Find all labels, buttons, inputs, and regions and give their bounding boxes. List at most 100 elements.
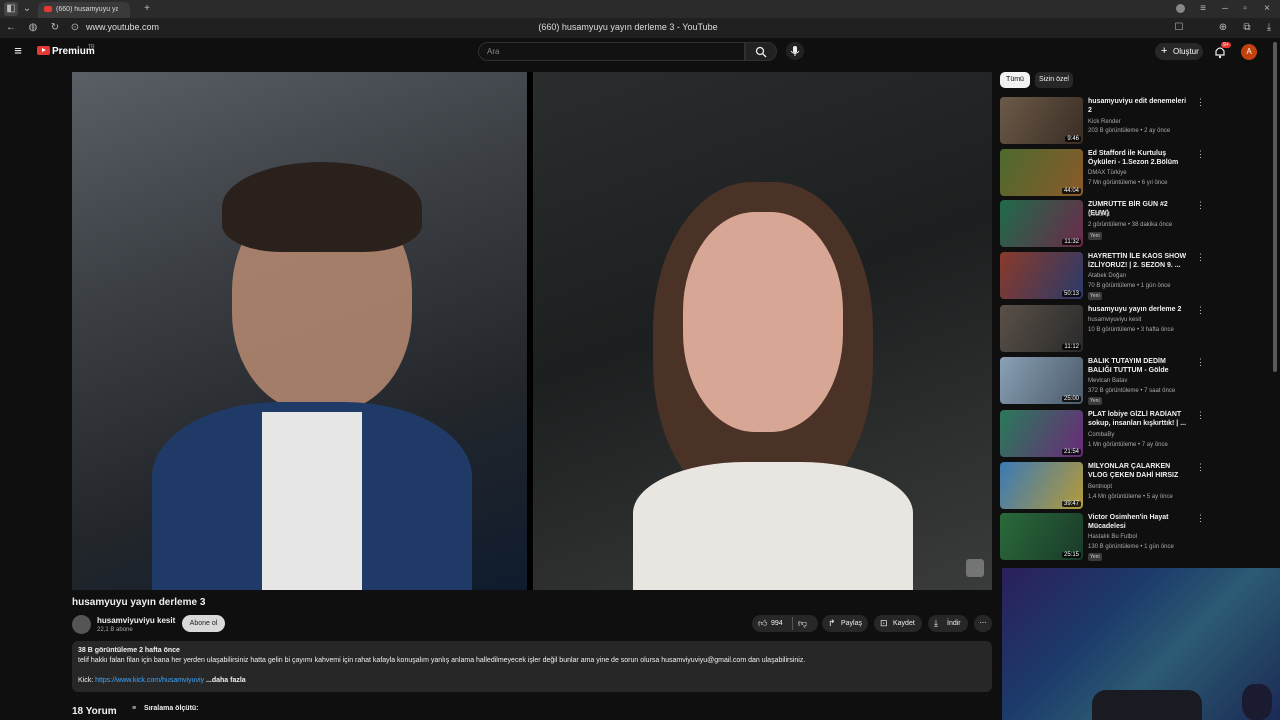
chip-all[interactable]: Tümü [1000,72,1030,88]
video-thumbnail[interactable]: 39:47 [1000,462,1083,509]
recommended-video[interactable]: 25:15 Victor Osimhen'in Hayat Mücadelesi… [1000,513,1205,563]
video-channel[interactable]: Kick Render [1088,119,1121,125]
recommended-video[interactable]: 44:04 Ed Stafford ile Kurtuluş Öyküleri … [1000,149,1205,199]
video-meta: 1,4 Mn görüntüleme • 5 ay önce [1088,494,1173,500]
channel-name[interactable]: husamviyuviyu kesit [97,616,175,625]
more-options-icon[interactable]: ⋮ [1196,357,1205,368]
sort-comments-button[interactable]: ≡ Sıralama ölçütü: [132,705,199,712]
video-thumbnail[interactable]: 11:32 [1000,200,1083,247]
notifications-button[interactable]: 9+ [1213,42,1231,59]
page-scrollbar[interactable] [1273,42,1277,372]
video-meta: 372 B görüntüleme • 7 saat önce [1088,388,1176,394]
video-thumbnail[interactable]: 50:13 [1000,252,1083,299]
extensions-icon[interactable]: ⊕ [1216,21,1230,35]
video-thumbnail[interactable]: 11:12 [1000,305,1083,352]
video-channel[interactable]: DodoAd [1088,212,1110,218]
download-label: İndir [947,620,961,627]
guest-shirt-shape [633,462,913,590]
video-title[interactable]: husamyuyu yayın derleme 2 [1088,305,1190,314]
video-title[interactable]: HAYRETTİN İLE KAOS SHOW İZLİYORUZ! | 2. … [1088,252,1190,270]
save-label: Kaydet [893,620,915,627]
workspace-icon[interactable]: ◧ [4,2,18,16]
close-icon[interactable]: × [1260,2,1274,16]
recommended-video[interactable]: 39:47 MİLYONLAR ÇALARKEN VLOG ÇEKEN DAHİ… [1000,462,1205,512]
recommended-video[interactable]: 21:54 PLAT lobiye GİZLİ RADİANT sokup, i… [1000,410,1205,460]
video-title[interactable]: PLAT lobiye GİZLİ RADİANT sokup, insanla… [1088,410,1190,428]
more-options-icon[interactable]: ⋮ [1196,97,1205,108]
video-channel[interactable]: Hastalık Bu Futbol [1088,534,1137,540]
video-duration: 25:00 [1061,396,1081,402]
profile-icon[interactable] [1176,4,1185,13]
tab-title: (660) husamyuyu yayın derleme 3 - YouTub… [56,6,118,13]
more-options-icon[interactable]: ⋮ [1196,462,1205,473]
video-player[interactable] [72,72,992,590]
video-meta: 130 B görüntüleme • 1 gün önce [1088,544,1174,550]
share-button[interactable]: ↱ Paylaş [822,615,868,632]
bookmark-icon[interactable]: ☐ [1172,21,1186,35]
video-channel[interactable]: CombaBy [1088,432,1114,438]
recommended-video[interactable]: 9:46 husamyuviyu edit denemeleri 2 Kick … [1000,97,1205,147]
video-thumbnail[interactable]: 44:04 [1000,149,1083,196]
video-meta: 203 B görüntüleme • 2 ay önce [1088,128,1171,134]
voice-search-button[interactable] [786,42,804,60]
more-options-icon[interactable]: ⋮ [1196,513,1205,524]
video-title[interactable]: Ed Stafford ile Kurtuluş Öyküleri - 1.Se… [1088,149,1190,167]
like-icon[interactable]: 👍︎ [758,615,767,632]
recommended-video[interactable]: 11:32 ZÜMRÜTTE BİR GÜN #2 (EUW) DodoAd 2… [1000,200,1205,250]
tab-youtube[interactable]: (660) husamyuyu yayın derleme 3 - YouTub… [38,2,130,18]
new-tab-icon[interactable]: + [140,2,154,16]
video-title[interactable]: Victor Osimhen'in Hayat Mücadelesi [1088,513,1190,531]
description-box[interactable]: 38 B görüntüleme 2 hafta önce telif hakk… [72,641,992,692]
video-thumbnail[interactable]: 21:54 [1000,410,1083,457]
tab-list-chevron-icon[interactable]: ⌄ [20,2,34,16]
search-input[interactable]: Ara [478,42,745,61]
video-title[interactable]: husamyuviyu edit denemeleri 2 [1088,97,1190,115]
more-options-icon[interactable]: ⋮ [1196,410,1205,421]
like-count[interactable]: 994 [771,615,783,632]
channel-watermark-icon[interactable] [966,559,984,577]
video-meta: 1 Mn görüntüleme • 7 ay önce [1088,442,1168,448]
more-options-icon[interactable]: ⋮ [1196,305,1205,316]
streamer-hair-shape [222,162,422,252]
more-actions-button[interactable]: ⋯ [974,615,992,632]
download-button[interactable]: ⤓ İndir [928,615,968,632]
hamburger-menu-icon[interactable]: ≡ [10,44,26,58]
microphone-icon [790,46,800,56]
download-icon[interactable]: ⤓ [1262,21,1276,35]
video-thumbnail[interactable]: 9:46 [1000,97,1083,144]
video-thumbnail[interactable]: 25:15 [1000,513,1083,560]
recommended-video[interactable]: 50:13 HAYRETTİN İLE KAOS SHOW İZLİYORUZ!… [1000,252,1205,302]
video-title[interactable]: MİLYONLAR ÇALARKEN VLOG ÇEKEN DAHİ HIRSI… [1088,462,1190,480]
video-channel[interactable]: Atabek Doğan [1088,273,1126,279]
notification-count-badge: 9+ [1221,42,1231,48]
channel-avatar[interactable] [72,615,91,634]
dislike-icon[interactable]: 👎︎ [798,615,807,632]
video-channel[interactable]: Mevlcan Batav [1088,378,1127,384]
save-button[interactable]: ⊡ Kaydet [874,615,922,632]
subscribe-button[interactable]: Abone ol [182,615,225,632]
video-title[interactable]: BALIK TUTAYIM DEDİM BALIĞI TUTTUM - Göld… [1088,357,1190,375]
create-button[interactable]: + Oluştur [1155,43,1203,60]
video-title: husamyuyu yayın derleme 3 [72,597,206,608]
video-thumbnail[interactable]: 25:00 [1000,357,1083,404]
kick-link[interactable]: https://www.kick.com/husamviyuviy [95,677,204,684]
recommended-video[interactable]: 25:00 BALIK TUTAYIM DEDİM BALIĞI TUTTUM … [1000,357,1205,407]
more-options-icon[interactable]: ⋮ [1196,149,1205,160]
more-options-icon[interactable]: ⋮ [1196,252,1205,263]
video-channel[interactable]: husamviyuviyu kesit [1088,317,1141,323]
video-duration: 11:12 [1062,344,1081,350]
maximize-icon[interactable]: ▫ [1238,2,1252,16]
screenshot-icon[interactable]: ⧉ [1240,21,1254,35]
show-more-link[interactable]: ...daha fazla [206,677,246,684]
recommended-video[interactable]: 11:12 husamyuyu yayın derleme 2 husamviy… [1000,305,1205,355]
webcam-overlay [1002,568,1280,720]
video-channel[interactable]: Bentnopt [1088,484,1112,490]
chip-for-you[interactable]: Sizin özel [1035,72,1073,88]
more-options-icon[interactable]: ⋮ [1196,200,1205,211]
account-avatar[interactable]: A [1241,44,1257,60]
search-button[interactable] [745,42,777,61]
menu-icon[interactable]: ≡ [1196,2,1210,16]
video-channel[interactable]: DMAX Türkiye [1088,170,1127,176]
minimize-icon[interactable]: – [1218,2,1232,16]
video-right-camera-frame [533,72,992,590]
